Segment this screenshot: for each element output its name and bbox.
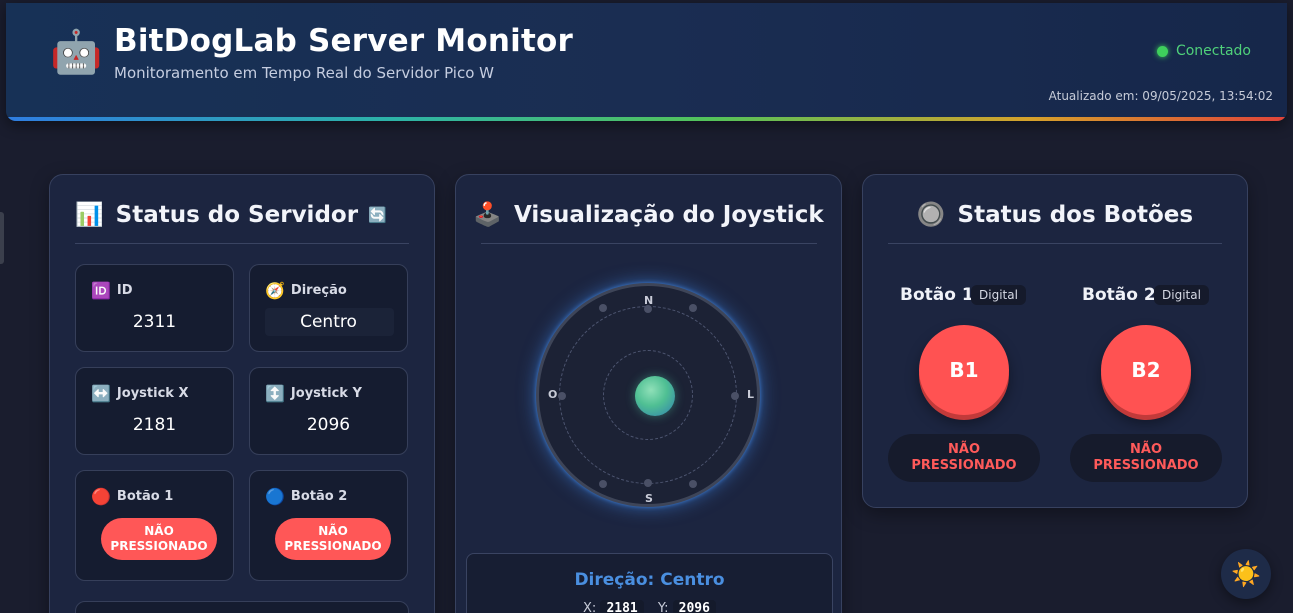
button2-badge: Digital	[1154, 285, 1209, 305]
stat-label: Botão 2	[290, 489, 348, 504]
app-title: BitDogLab Server Monitor	[114, 23, 573, 59]
west-label: O	[548, 388, 558, 401]
button1-name: Botão 1	[900, 285, 974, 305]
joystick-title: Visualização do Joystick	[514, 201, 824, 228]
stat-value: 2311	[132, 312, 177, 332]
sun-icon: ☀️	[1231, 560, 1261, 588]
last-updated: Atualizado em: 09/05/2025, 13:54:02	[1048, 89, 1273, 103]
server-status-heading: 📊 Status do Servidor 🔄	[75, 201, 387, 229]
stat-joystick-y: ↕️ Joystick Y 2096	[249, 367, 408, 455]
button1-badge: Digital	[971, 285, 1026, 305]
stat-label: ID	[116, 283, 133, 298]
card-divider	[75, 243, 409, 244]
joystick-heading: 🕹️ Visualização do Joystick	[456, 201, 841, 229]
joystick-icon: 🕹️	[473, 202, 502, 228]
stat-label: Botão 1	[116, 489, 174, 504]
stat-joystick-x: ↔️ Joystick X 2181	[75, 367, 234, 455]
app-subtitle: Monitoramento em Tempo Real do Servidor …	[114, 64, 494, 82]
buttons-title: Status dos Botões	[957, 201, 1194, 228]
stat-extra	[75, 601, 409, 613]
stat-button1: 🔴 Botão 1 NÃO PRESSIONADO	[75, 470, 234, 581]
connection-status: Conectado	[1156, 43, 1251, 59]
button2-status: NÃO PRESSIONADO	[1070, 434, 1222, 482]
stat-direction: 🧭 Direção Centro	[249, 264, 408, 352]
y-value: 2096	[672, 600, 716, 613]
coordinates: X: 2181 Y: 2096	[467, 600, 832, 613]
stat-label: Direção	[290, 283, 347, 298]
robot-icon: 🤖	[50, 27, 103, 76]
joystick-card: 🕹️ Visualização do Joystick N S O L Dire…	[455, 174, 842, 613]
stat-id: 🆔 ID 2311	[75, 264, 234, 352]
south-label: S	[645, 492, 653, 505]
button1-indicator[interactable]: B1	[919, 325, 1009, 415]
stat-label: Joystick X	[116, 386, 189, 401]
joystick-knob[interactable]	[635, 376, 675, 416]
stat-label: Joystick Y	[290, 386, 362, 401]
card-divider	[481, 243, 817, 244]
blue-circle-icon: 🔵	[265, 487, 285, 506]
horizontal-arrows-icon: ↔️	[91, 384, 111, 403]
stat-value: Centro	[300, 312, 357, 332]
joystick-readout: Direção: Centro X: 2181 Y: 2096	[466, 553, 833, 613]
status-badge: NÃO PRESSIONADO	[275, 518, 391, 560]
button2-indicator[interactable]: B2	[1101, 325, 1191, 415]
connection-label: Conectado	[1175, 43, 1251, 59]
stat-button2: 🔵 Botão 2 NÃO PRESSIONADO	[249, 470, 408, 581]
status-badge: NÃO PRESSIONADO	[101, 518, 217, 560]
north-label: N	[644, 294, 654, 307]
server-status-card: 📊 Status do Servidor 🔄 🆔 ID 2311 🧭 Direção…	[49, 174, 435, 613]
red-circle-icon: 🔴	[91, 487, 111, 506]
card-divider	[888, 243, 1222, 244]
theme-toggle-button[interactable]: ☀️	[1221, 549, 1271, 599]
button1-status: NÃO PRESSIONADO	[888, 434, 1040, 482]
x-value: 2181	[600, 600, 644, 613]
status-dot-icon	[1156, 45, 1168, 57]
radio-button-icon: 🔘	[916, 202, 946, 228]
joystick-pad[interactable]: N S O L	[536, 283, 760, 507]
id-icon: 🆔	[91, 281, 111, 300]
side-handle[interactable]	[0, 212, 4, 264]
button2-name: Botão 2	[1082, 285, 1156, 305]
server-status-title: Status do Servidor	[115, 201, 359, 228]
buttons-heading: 🔘 Status dos Botões	[863, 201, 1247, 229]
stat-value: 2181	[132, 415, 177, 435]
chart-icon: 📊	[75, 202, 104, 228]
app-header: 🤖 BitDogLab Server Monitor Monitoramento…	[6, 3, 1287, 121]
vertical-arrows-icon: ↕️	[265, 384, 285, 403]
stat-value: 2096	[306, 415, 351, 435]
refresh-icon[interactable]: 🔄	[368, 206, 387, 224]
header-accent-bar	[6, 117, 1287, 121]
buttons-card: 🔘 Status dos Botões Botão 1 Digital B1 N…	[862, 174, 1248, 508]
east-label: L	[747, 388, 755, 401]
compass-icon: 🧭	[265, 281, 285, 300]
direction-text: Direção: Centro	[574, 570, 725, 590]
